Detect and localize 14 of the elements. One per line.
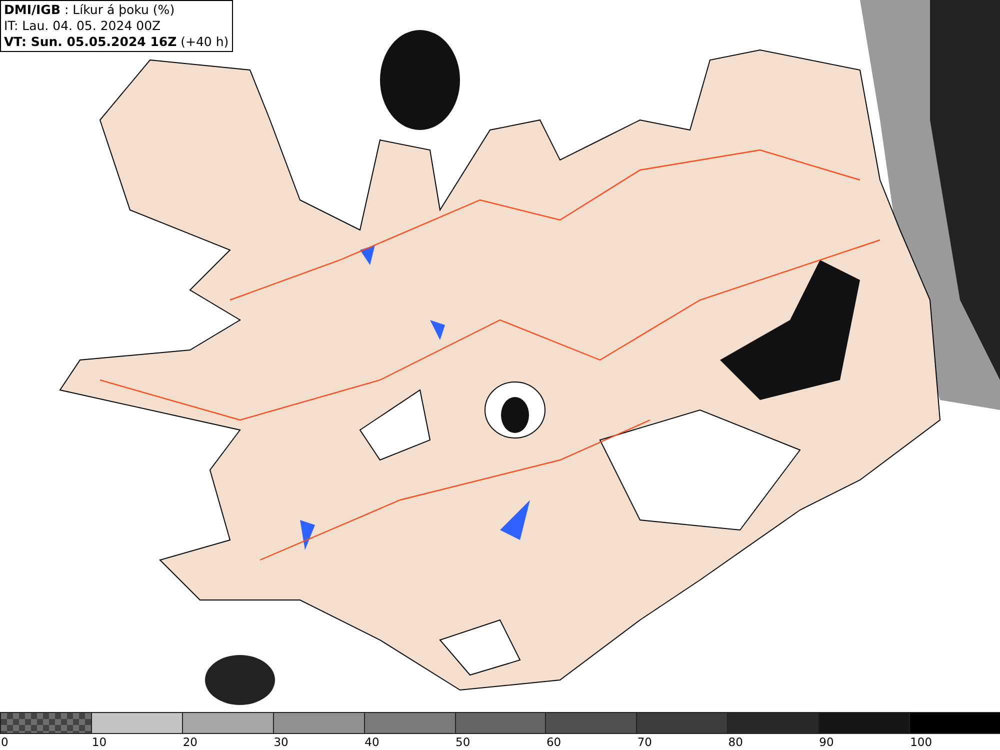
legend-label: 30 xyxy=(272,734,290,750)
legend-label: 70 xyxy=(636,734,653,750)
header-line: DMI/IGB : Líkur á þoku (%) xyxy=(4,2,176,18)
legend-label: 20 xyxy=(182,734,198,750)
legend-label: 10 xyxy=(90,734,108,750)
legend-label: 60 xyxy=(545,734,562,750)
legend-label: 100 xyxy=(909,734,934,750)
header-line: IT: Lau. 04. 05. 2024 00Z xyxy=(4,18,162,34)
legend-label: 50 xyxy=(454,734,472,750)
legend-label: 0 xyxy=(0,734,10,750)
legend-label: 40 xyxy=(364,734,380,750)
legend-label: 90 xyxy=(818,734,835,750)
legend-label: 80 xyxy=(727,734,744,750)
header-line: VT: Sun. 05.05.2024 16Z (+40 h) xyxy=(4,34,229,50)
